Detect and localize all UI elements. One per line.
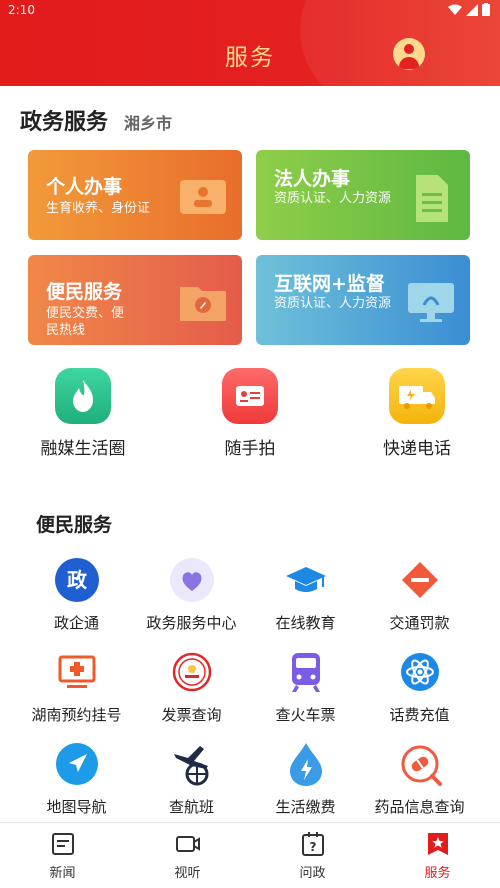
gov-section-title: 政务服务	[20, 110, 109, 135]
card-subtitle: 资质认证、人力资源	[274, 296, 392, 311]
atom-icon	[396, 648, 444, 696]
status-icons	[448, 3, 490, 16]
monitor-icon	[408, 283, 454, 322]
card-legal-affairs[interactable]: 法人办事 资质认证、人力资源	[256, 150, 470, 240]
service-traffic-fine[interactable]: 交通罚款	[357, 556, 482, 633]
service-label: 湖南预约挂号	[31, 706, 122, 724]
card-title: 互联网+监督	[274, 273, 385, 295]
card-convenience-service[interactable]: 便民服务 便民交费、便民热线	[28, 255, 242, 345]
navigation-icon	[53, 740, 101, 788]
service-label: 话费充值	[389, 706, 450, 724]
airplane-globe-icon	[168, 740, 216, 788]
service-train-ticket[interactable]: 查火车票	[243, 648, 368, 725]
flame-icon	[55, 368, 111, 424]
pill-search-icon	[396, 740, 444, 788]
service-label: 生活缴费	[275, 798, 336, 816]
page-title: 服务	[225, 45, 275, 71]
water-drop-icon	[282, 740, 330, 788]
service-hospital-booking[interactable]: 湖南预约挂号	[14, 648, 139, 725]
quick-link-delivery-phone[interactable]: 快递电话	[347, 368, 487, 459]
nav-tab-service[interactable]: 服务	[375, 831, 500, 881]
service-label: 政务服务中心	[146, 614, 237, 632]
svg-text:政: 政	[67, 568, 88, 592]
document-icon	[416, 175, 448, 222]
card-subtitle: 资质认证、人力资源	[274, 191, 392, 206]
app-header: 2:10 服务	[0, 0, 500, 86]
nav-label: 服务	[424, 866, 451, 881]
signal-icon	[466, 3, 478, 16]
graduation-cap-icon	[282, 556, 330, 604]
quick-link-label: 快递电话	[383, 439, 451, 459]
convenience-section-title: 便民服务	[36, 514, 113, 536]
service-phone-recharge[interactable]: 话费充值	[357, 648, 482, 725]
hospital-monitor-icon	[53, 648, 101, 696]
service-invoice-query[interactable]: 发票查询	[129, 648, 254, 725]
user-icon-head	[404, 44, 414, 54]
nav-tab-inquiry[interactable]: ? 问政	[250, 831, 375, 881]
service-flight-query[interactable]: 查航班	[129, 740, 254, 817]
delivery-truck-icon	[389, 368, 445, 424]
quick-link-label: 随手拍	[224, 439, 276, 459]
battery-icon	[482, 3, 490, 16]
nav-label: 视听	[174, 866, 201, 881]
card-title: 便民服务	[46, 281, 123, 303]
service-map-navigation[interactable]: 地图导航	[14, 740, 139, 817]
compass-folder-icon	[180, 287, 226, 321]
star-flag-icon	[425, 831, 451, 857]
quick-link-media-life[interactable]: 融媒生活圈	[13, 368, 153, 459]
service-gov-center[interactable]: 政务服务中心	[129, 556, 254, 633]
question-calendar-icon: ?	[300, 831, 326, 857]
card-internet-supervision[interactable]: 互联网+监督 资质认证、人力资源	[256, 255, 470, 345]
service-label: 地图导航	[46, 798, 107, 816]
card-personal-affairs[interactable]: 个人办事 生育收养、身份证	[28, 150, 242, 240]
bottom-navigation: 新闻 视听 ? 问政 服务	[0, 822, 500, 888]
service-label: 药品信息查询	[374, 798, 465, 816]
quick-link-snapshot[interactable]: 随手拍	[180, 368, 320, 459]
nav-label: 问政	[299, 866, 326, 881]
city-selector[interactable]: 湘乡市	[124, 110, 172, 134]
tax-seal-icon	[168, 648, 216, 696]
train-icon	[282, 648, 330, 696]
nav-tab-video[interactable]: 视听	[125, 831, 250, 881]
quick-link-label: 融媒生活圈	[40, 439, 126, 459]
service-label: 在线教育	[275, 614, 336, 632]
nav-label: 新闻	[49, 866, 76, 881]
service-label: 发票查询	[161, 706, 222, 724]
service-label: 政企通	[53, 614, 99, 632]
video-icon	[175, 831, 201, 857]
service-label: 查火车票	[275, 706, 336, 724]
service-label: 查航班	[168, 798, 214, 816]
heart-chat-icon	[168, 556, 216, 604]
service-label: 交通罚款	[389, 614, 450, 632]
user-profile-button[interactable]	[393, 38, 425, 70]
gov-badge-icon: 政	[53, 556, 101, 604]
status-bar: 2:10	[0, 0, 500, 22]
svg-text:?: ?	[309, 840, 316, 854]
card-title: 个人办事	[46, 176, 123, 198]
camera-card-icon	[222, 368, 278, 424]
user-icon-body	[399, 57, 419, 69]
nav-tab-news[interactable]: 新闻	[0, 831, 125, 881]
card-subtitle: 便民交费、便民热线	[46, 306, 125, 338]
status-time: 2:10	[8, 3, 35, 17]
card-title: 法人办事	[274, 168, 351, 190]
id-card-icon	[180, 180, 226, 214]
service-online-education[interactable]: 在线教育	[243, 556, 368, 633]
service-drug-info[interactable]: 药品信息查询	[357, 740, 482, 817]
service-gov-enterprise[interactable]: 政 政企通	[14, 556, 139, 633]
wifi-icon	[448, 4, 462, 15]
no-entry-icon	[396, 556, 444, 604]
service-utility-payment[interactable]: 生活缴费	[243, 740, 368, 817]
card-subtitle: 生育收养、身份证	[46, 201, 151, 216]
news-icon	[50, 831, 76, 857]
